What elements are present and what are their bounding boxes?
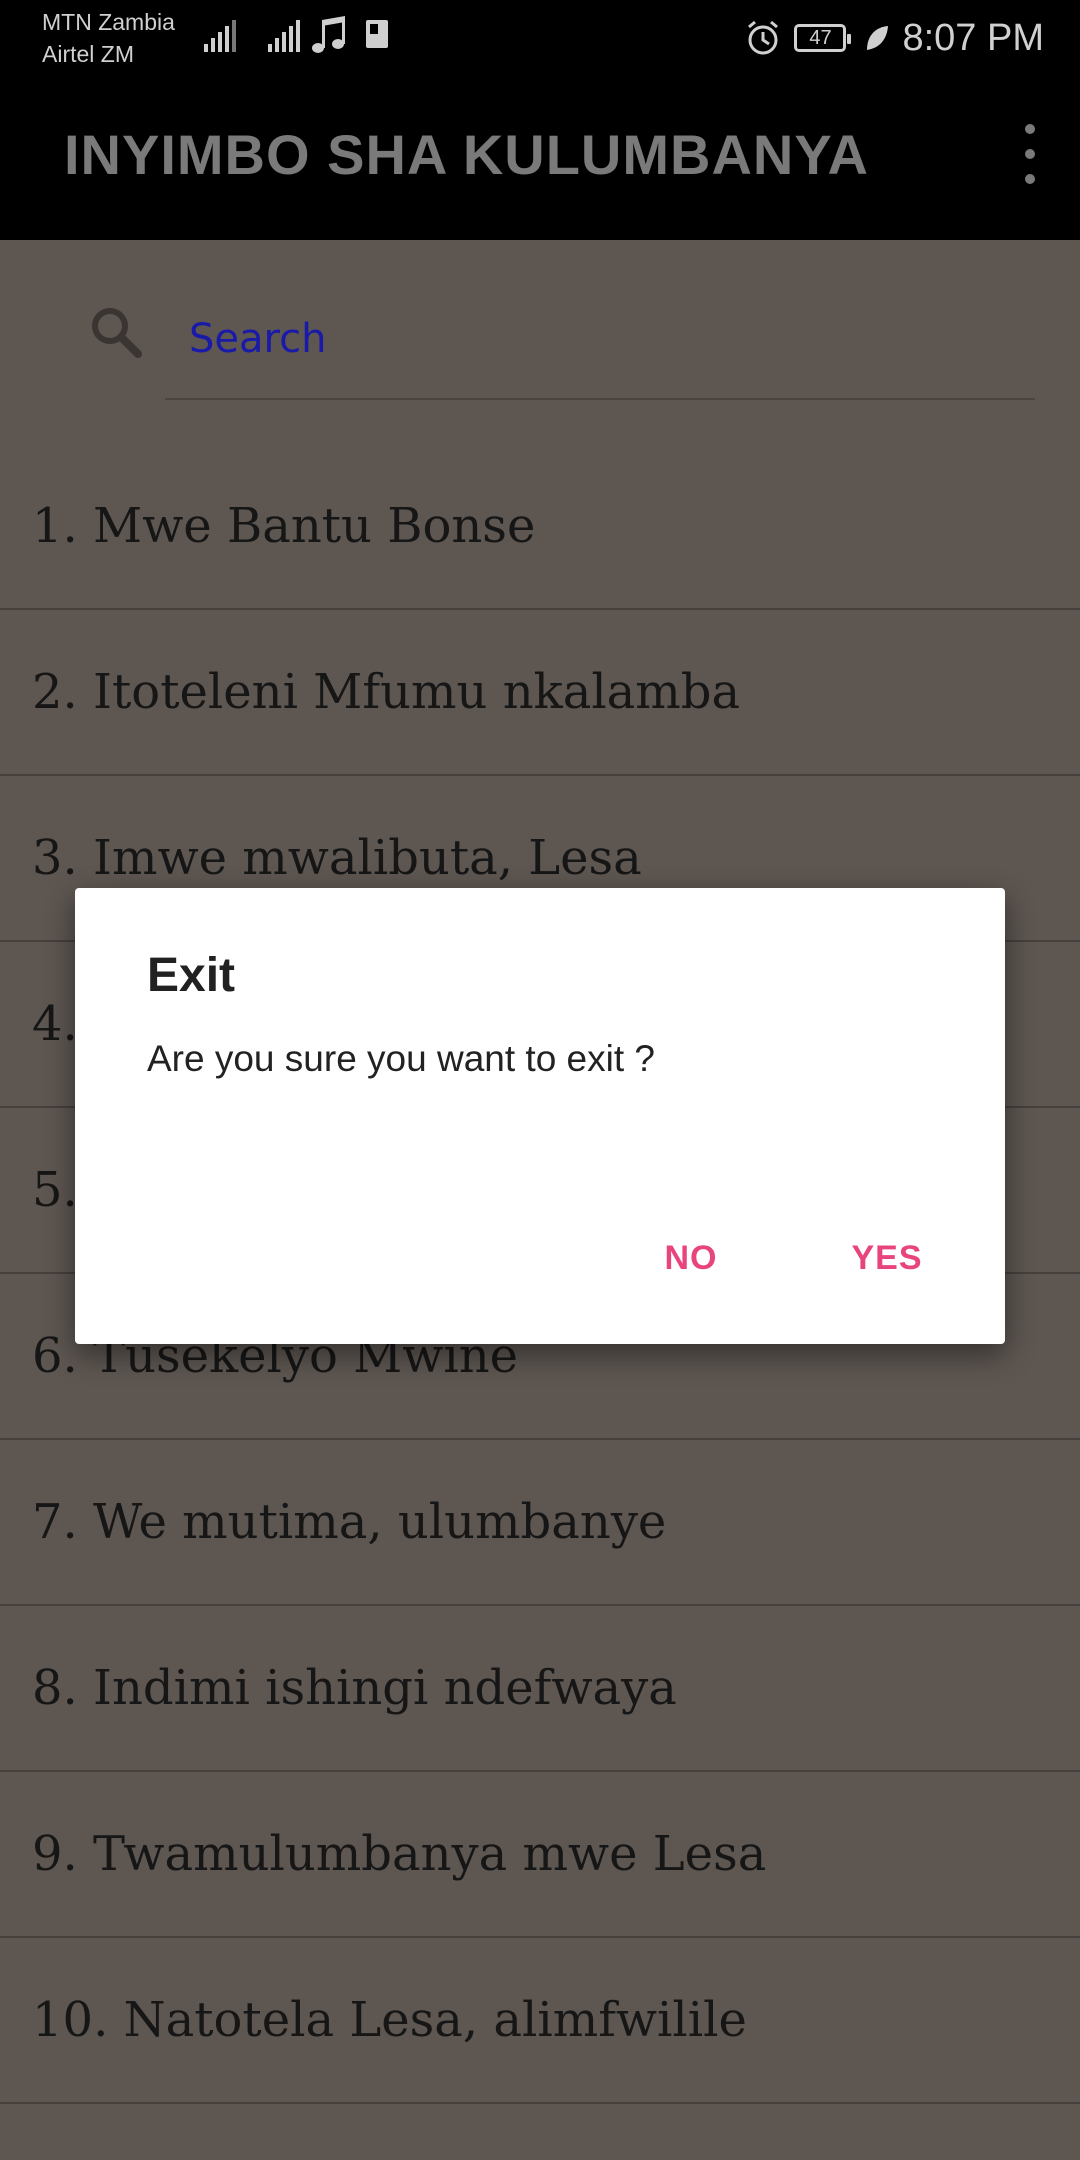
exit-dialog: Exit Are you sure you want to exit ? NO … bbox=[75, 888, 1005, 1344]
no-button[interactable]: NO bbox=[641, 1226, 741, 1290]
yes-button[interactable]: YES bbox=[827, 1226, 947, 1290]
dialog-message: Are you sure you want to exit ? bbox=[147, 1038, 655, 1079]
dialog-overlay: Exit Are you sure you want to exit ? NO … bbox=[0, 0, 1080, 2160]
dialog-title: Exit bbox=[147, 949, 236, 1002]
